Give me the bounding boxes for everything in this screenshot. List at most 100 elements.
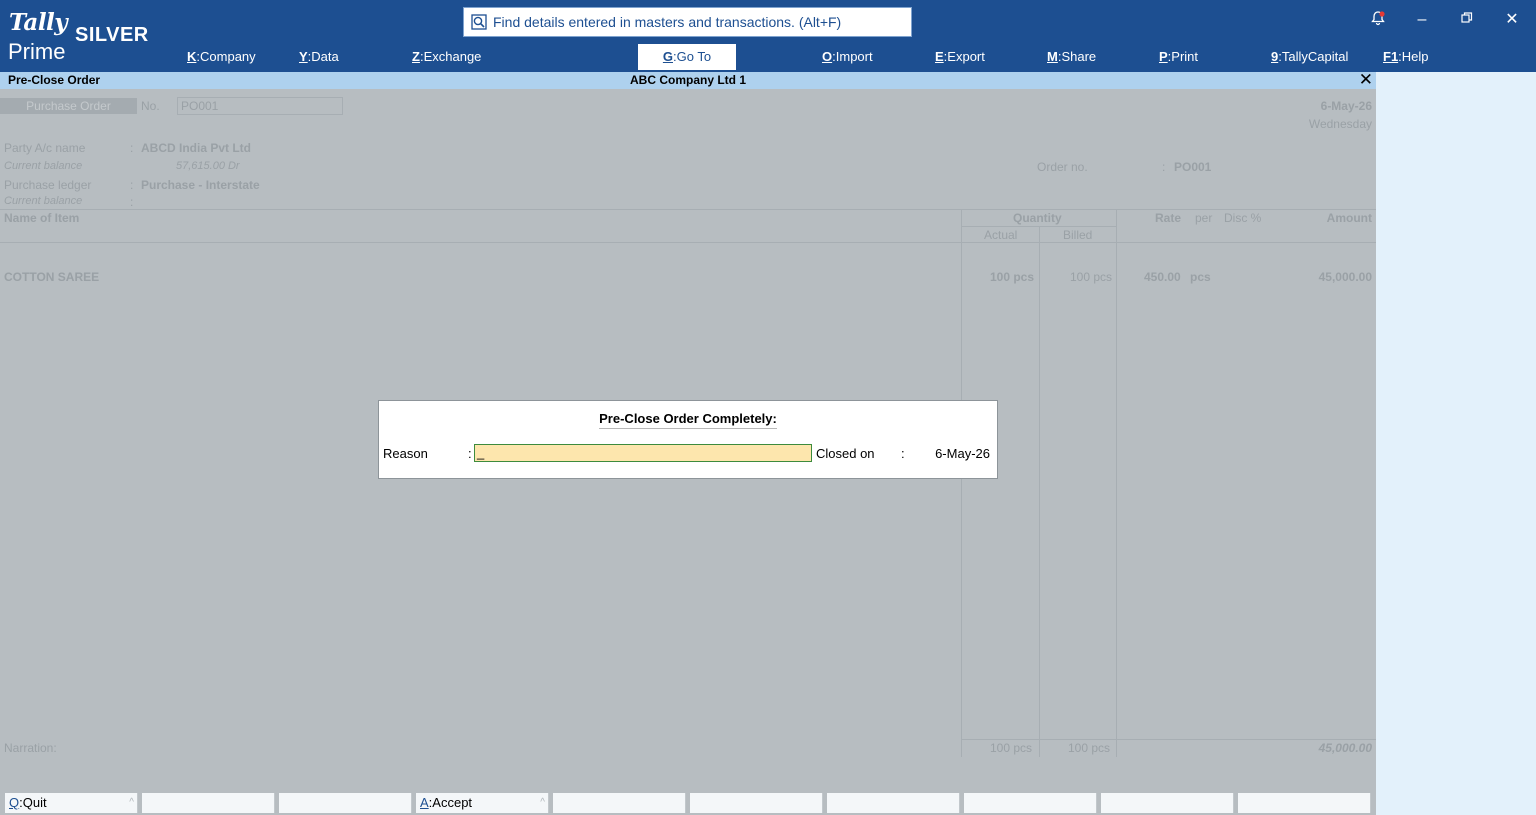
menu-data-key: Y	[299, 49, 308, 64]
col-rate-header: Rate	[1155, 211, 1182, 225]
menu-company-key: K	[187, 49, 197, 64]
closed-on-label: Closed on	[816, 446, 875, 461]
caret-icon: ^	[129, 797, 134, 808]
button-bar: Q:Quit ^ A:Accept ^	[0, 789, 1376, 815]
col-per-header: per	[1195, 211, 1213, 225]
billed-column-line	[1039, 226, 1040, 757]
order-no-value: PO001	[1174, 160, 1212, 174]
ledger-label: Purchase ledger	[4, 178, 92, 192]
col-disc-header: Disc %	[1224, 211, 1262, 225]
voucher-type-badge: Purchase Order	[0, 98, 137, 114]
party-balance-value: 57,615.00 Dr	[176, 160, 240, 172]
party-colon: :	[130, 141, 134, 155]
total-billed: 100 pcs	[1068, 741, 1111, 755]
search-icon	[471, 14, 487, 30]
dialog-title: Pre-Close Order Completely:	[599, 411, 777, 429]
close-icon[interactable]: ✕	[1502, 10, 1522, 30]
menu-share[interactable]: M:Share	[1047, 44, 1096, 70]
pre-close-dialog: Pre-Close Order Completely: Reason : _ C…	[378, 400, 998, 479]
quantity-column-line	[961, 209, 962, 757]
menu-import-key: O	[822, 49, 833, 64]
menu-help-label: Help	[1401, 49, 1429, 64]
menu-help[interactable]: F1:Help	[1383, 44, 1429, 70]
item-per: pcs	[1190, 270, 1211, 284]
accept-key: A	[420, 795, 429, 810]
screen-title-bar: Pre-Close Order ABC Company Ltd 1 ✕	[0, 70, 1376, 90]
menu-print[interactable]: P:Print	[1159, 44, 1198, 70]
menu-tallycapital[interactable]: 9:TallyCapital	[1271, 44, 1348, 70]
item-billed-qty: 100 pcs	[1070, 270, 1113, 284]
reason-input[interactable]: _	[474, 444, 812, 462]
empty-button-5[interactable]	[553, 793, 686, 813]
caret-icon: ^	[540, 797, 545, 808]
menu-tallycapital-key: 9	[1271, 49, 1279, 64]
col-actual-header: Actual	[984, 228, 1018, 242]
item-name: COTTON SAREE	[4, 270, 100, 284]
narration-label: Narration:	[4, 741, 57, 755]
menu-import-label: Import	[835, 49, 873, 64]
empty-button-3[interactable]	[279, 793, 412, 813]
voucher-date: 6-May-26	[1320, 99, 1372, 113]
dialog-title-row: Pre-Close Order Completely:	[379, 411, 997, 429]
restore-icon[interactable]	[1457, 10, 1477, 30]
header-divider	[0, 209, 1376, 210]
menu-share-label: Share	[1061, 49, 1097, 64]
menu-help-key: F1	[1383, 49, 1399, 64]
accept-label: Accept	[432, 795, 473, 810]
top-menu: K:Company Y:Data Z:Exchange G:Go To O:Im…	[0, 44, 1536, 70]
total-amount: 45,000.00	[1318, 741, 1372, 755]
empty-button-2[interactable]	[142, 793, 275, 813]
empty-button-8[interactable]	[964, 793, 1097, 813]
rate-column-line	[1116, 209, 1117, 757]
col-amount-header: Amount	[1326, 211, 1372, 225]
empty-button-6[interactable]	[690, 793, 823, 813]
col-item-header: Name of Item	[4, 211, 80, 225]
search-bar[interactable]: Find details entered in masters and tran…	[463, 7, 912, 37]
empty-button-10[interactable]	[1238, 793, 1371, 813]
tally-logo: Tally	[9, 9, 68, 36]
item-amount: 45,000.00	[1318, 270, 1372, 284]
menu-exchange[interactable]: Z:Exchange	[412, 44, 481, 70]
menu-goto-label: Go To	[676, 49, 712, 64]
empty-button-9[interactable]	[1101, 793, 1234, 813]
company-name: ABC Company Ltd 1	[629, 73, 746, 87]
menu-import[interactable]: O:Import	[822, 44, 873, 70]
menu-export-label: Export	[947, 49, 985, 64]
search-placeholder: Find details entered in masters and tran…	[493, 14, 842, 30]
party-value: ABCD India Pvt Ltd	[141, 141, 251, 155]
voucher-no-value: PO001	[181, 99, 219, 113]
order-no-label: Order no.	[1037, 160, 1088, 174]
ledger-balance-label: Current balance	[4, 195, 83, 207]
closed-on-value[interactable]: 6-May-26	[935, 446, 990, 461]
item-rate: 450.00	[1144, 270, 1181, 284]
menu-export[interactable]: E:Export	[935, 44, 985, 70]
menu-data[interactable]: Y:Data	[299, 44, 339, 70]
menu-export-key: E	[935, 49, 944, 64]
menu-exchange-label: Exchange	[423, 49, 482, 64]
menu-exchange-key: Z	[412, 49, 420, 64]
order-no-colon: :	[1162, 160, 1166, 174]
col-quantity-header: Quantity	[1013, 211, 1062, 225]
reason-label: Reason	[383, 446, 428, 461]
menu-company[interactable]: K:Company	[187, 44, 256, 70]
total-actual: 100 pcs	[990, 741, 1033, 755]
minimize-icon[interactable]: –	[1412, 10, 1432, 30]
quit-key: Q	[9, 795, 20, 810]
quit-button[interactable]: Q:Quit ^	[5, 793, 138, 813]
menu-goto[interactable]: G:Go To	[638, 44, 736, 70]
menu-print-key: P	[1159, 49, 1168, 64]
notification-bell-icon[interactable]	[1368, 10, 1388, 30]
menu-company-label: Company	[200, 49, 256, 64]
ledger-colon: :	[130, 178, 134, 192]
reason-colon: :	[468, 446, 472, 461]
accept-button[interactable]: A:Accept ^	[416, 793, 549, 813]
menu-goto-key: G	[662, 49, 674, 64]
screen-close-icon[interactable]: ✕	[1359, 70, 1373, 90]
empty-button-7[interactable]	[827, 793, 960, 813]
menu-share-key: M	[1047, 49, 1058, 64]
voucher-day: Wednesday	[1308, 117, 1372, 131]
quit-label: Quit	[22, 795, 47, 810]
ledger-balance-colon: :	[130, 195, 134, 209]
voucher-no-label: No.	[141, 99, 160, 113]
col-billed-header: Billed	[1063, 228, 1093, 242]
